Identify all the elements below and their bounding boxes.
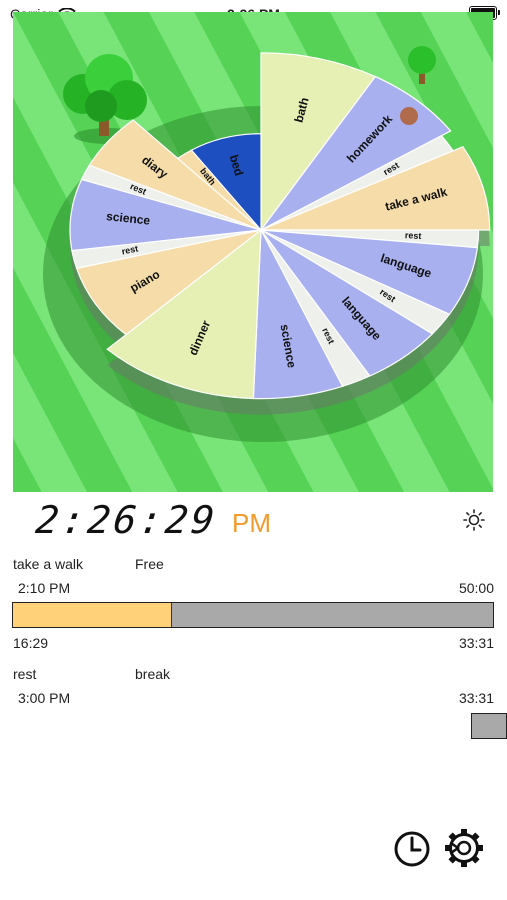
current-task-start-time: 2:10 PM [18, 580, 71, 596]
remaining-time: 33:31 [458, 635, 494, 651]
current-task-category: Free [135, 556, 164, 572]
clock-icon[interactable] [392, 829, 432, 869]
task-progress-fill [13, 603, 173, 627]
next-task-bar [471, 713, 507, 739]
current-task-name: take a walk [13, 556, 84, 572]
gear-icon[interactable] [444, 828, 484, 868]
schedule-pie-scene[interactable]: bathhomeworkresttake a walkrestlanguager… [13, 12, 493, 492]
am-pm-label: PM [232, 508, 271, 538]
next-task-category: break [135, 666, 171, 682]
next-task-name: rest [13, 666, 37, 682]
sun-icon[interactable] [462, 508, 486, 532]
clock-row: 2:26:29 PM [0, 496, 507, 546]
next-task-countdown: 33:31 [458, 690, 494, 706]
ball-icon [400, 107, 418, 125]
digital-clock: 2:26:29 [33, 498, 220, 542]
task-progress-bar [12, 602, 494, 628]
pie-slice-label: rest [405, 230, 422, 241]
next-task-start-time: 3:00 PM [18, 690, 71, 706]
current-task-duration: 50:00 [458, 580, 494, 596]
elapsed-time: 16:29 [13, 635, 49, 651]
